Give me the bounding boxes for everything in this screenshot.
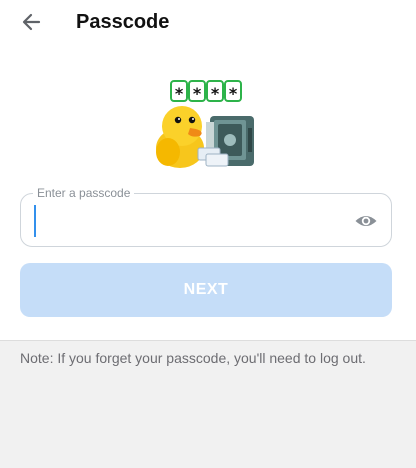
logout-note: Note: If you forget your passcode, you'l… (20, 350, 366, 366)
pin-char: * (229, 84, 238, 103)
eye-icon (355, 216, 377, 226)
duck-safe-sticker: * * * * (156, 80, 254, 168)
pin-boxes: * * * * (170, 80, 242, 103)
duck-icon (156, 106, 204, 168)
passcode-field-label: Enter a passcode (33, 186, 135, 200)
show-passcode-toggle[interactable] (354, 209, 378, 233)
back-button[interactable] (20, 10, 44, 34)
divider (0, 340, 416, 341)
arrow-left-icon (22, 13, 41, 31)
pin-char: * (193, 84, 202, 103)
passcode-input[interactable] (33, 204, 347, 240)
passcode-field[interactable]: Enter a passcode (20, 186, 392, 247)
pin-char: * (175, 84, 184, 103)
page-title: Passcode (76, 11, 170, 33)
pin-char: * (211, 84, 220, 103)
next-button[interactable]: NEXT (20, 263, 392, 317)
